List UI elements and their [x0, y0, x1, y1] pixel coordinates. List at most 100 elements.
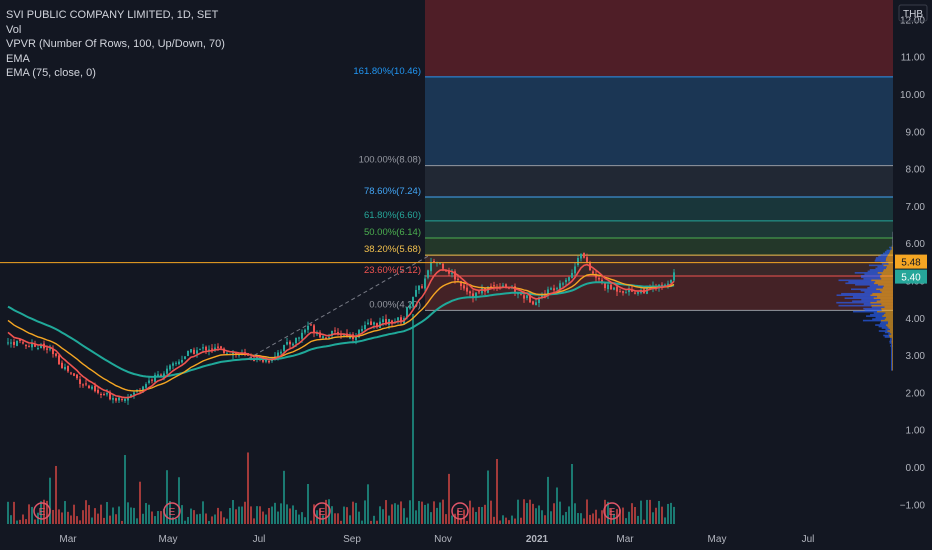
candle[interactable]: [169, 365, 171, 370]
candle[interactable]: [586, 257, 588, 263]
legend-symbol[interactable]: SVI PUBLIC COMPANY LIMITED, 1D, SET: [6, 8, 225, 23]
candle[interactable]: [70, 372, 72, 374]
candle[interactable]: [268, 360, 270, 363]
candle[interactable]: [673, 272, 675, 281]
candle[interactable]: [13, 341, 15, 345]
candle[interactable]: [571, 272, 573, 278]
candle[interactable]: [178, 361, 180, 365]
price-chart[interactable]: 0.00%(4.20)23.60%(5.12)38.20%(5.68)50.00…: [0, 0, 932, 550]
candle[interactable]: [10, 342, 12, 344]
candle[interactable]: [151, 379, 153, 381]
candle[interactable]: [610, 284, 612, 290]
candle[interactable]: [523, 295, 525, 299]
candle[interactable]: [76, 374, 78, 379]
candle[interactable]: [493, 285, 495, 287]
candle[interactable]: [58, 355, 60, 365]
candle[interactable]: [205, 346, 207, 351]
candle[interactable]: [367, 322, 369, 325]
candle[interactable]: [307, 325, 309, 330]
candle[interactable]: [82, 384, 84, 386]
candle[interactable]: [100, 393, 102, 395]
candle[interactable]: [427, 270, 429, 278]
candle[interactable]: [373, 322, 375, 325]
candle[interactable]: [310, 324, 312, 326]
candle[interactable]: [286, 342, 288, 345]
candle[interactable]: [67, 365, 69, 372]
candle[interactable]: [382, 319, 384, 323]
legend-volume[interactable]: Vol: [6, 23, 225, 38]
candle[interactable]: [133, 392, 135, 395]
candle[interactable]: [463, 285, 465, 289]
candle[interactable]: [412, 296, 414, 307]
candle[interactable]: [28, 346, 30, 348]
candle[interactable]: [85, 383, 87, 385]
candle[interactable]: [469, 291, 471, 294]
candle[interactable]: [598, 278, 600, 280]
candle[interactable]: [580, 253, 582, 259]
candle[interactable]: [220, 346, 222, 349]
candle[interactable]: [430, 262, 432, 272]
candle[interactable]: [253, 359, 255, 361]
candle[interactable]: [562, 283, 564, 285]
candle[interactable]: [295, 337, 297, 344]
candle[interactable]: [439, 263, 441, 265]
candle[interactable]: [25, 344, 27, 347]
candle[interactable]: [283, 345, 285, 352]
candle[interactable]: [289, 341, 291, 345]
candle[interactable]: [334, 330, 336, 332]
candle[interactable]: [196, 350, 198, 354]
candle[interactable]: [187, 350, 189, 356]
candle[interactable]: [103, 394, 105, 396]
candle[interactable]: [37, 348, 39, 350]
candle[interactable]: [409, 305, 411, 309]
candle[interactable]: [622, 291, 624, 293]
candle[interactable]: [190, 349, 192, 353]
candle[interactable]: [112, 398, 114, 400]
legend-ema[interactable]: EMA: [6, 52, 225, 67]
candle[interactable]: [583, 252, 585, 258]
candle[interactable]: [565, 279, 567, 283]
candle[interactable]: [451, 272, 453, 274]
candle[interactable]: [298, 337, 300, 339]
candle[interactable]: [46, 348, 48, 350]
candle[interactable]: [619, 291, 621, 293]
candle[interactable]: [16, 340, 18, 346]
candle[interactable]: [361, 329, 363, 332]
candle[interactable]: [292, 343, 294, 346]
candle[interactable]: [121, 399, 123, 401]
candle[interactable]: [79, 379, 81, 384]
candle[interactable]: [478, 291, 480, 293]
candle[interactable]: [97, 389, 99, 393]
legend-vpvr[interactable]: VPVR (Number Of Rows, 100, Up/Down, 70): [6, 37, 225, 52]
candle[interactable]: [202, 347, 204, 349]
candle[interactable]: [181, 359, 183, 363]
candle[interactable]: [184, 356, 186, 359]
candle[interactable]: [91, 386, 93, 389]
candle[interactable]: [442, 263, 444, 269]
candle[interactable]: [364, 325, 366, 330]
candle[interactable]: [115, 398, 117, 401]
candle[interactable]: [7, 342, 9, 344]
candle[interactable]: [457, 278, 459, 281]
candle[interactable]: [616, 286, 618, 292]
candle[interactable]: [322, 336, 324, 339]
candle[interactable]: [637, 292, 639, 294]
candle[interactable]: [397, 317, 399, 321]
candle[interactable]: [355, 337, 357, 341]
candle[interactable]: [118, 397, 120, 401]
candle[interactable]: [157, 374, 159, 376]
candle[interactable]: [217, 346, 219, 348]
candle[interactable]: [265, 359, 267, 362]
candle[interactable]: [607, 284, 609, 290]
candle[interactable]: [532, 301, 534, 305]
candle[interactable]: [418, 285, 420, 291]
candle[interactable]: [535, 302, 537, 306]
candle[interactable]: [175, 362, 177, 364]
candle[interactable]: [22, 342, 24, 344]
candle[interactable]: [55, 353, 57, 356]
candle[interactable]: [574, 266, 576, 274]
candle[interactable]: [613, 287, 615, 290]
candle[interactable]: [424, 278, 426, 289]
legend-ema-75[interactable]: EMA (75, close, 0): [6, 66, 225, 81]
candle[interactable]: [556, 288, 558, 290]
